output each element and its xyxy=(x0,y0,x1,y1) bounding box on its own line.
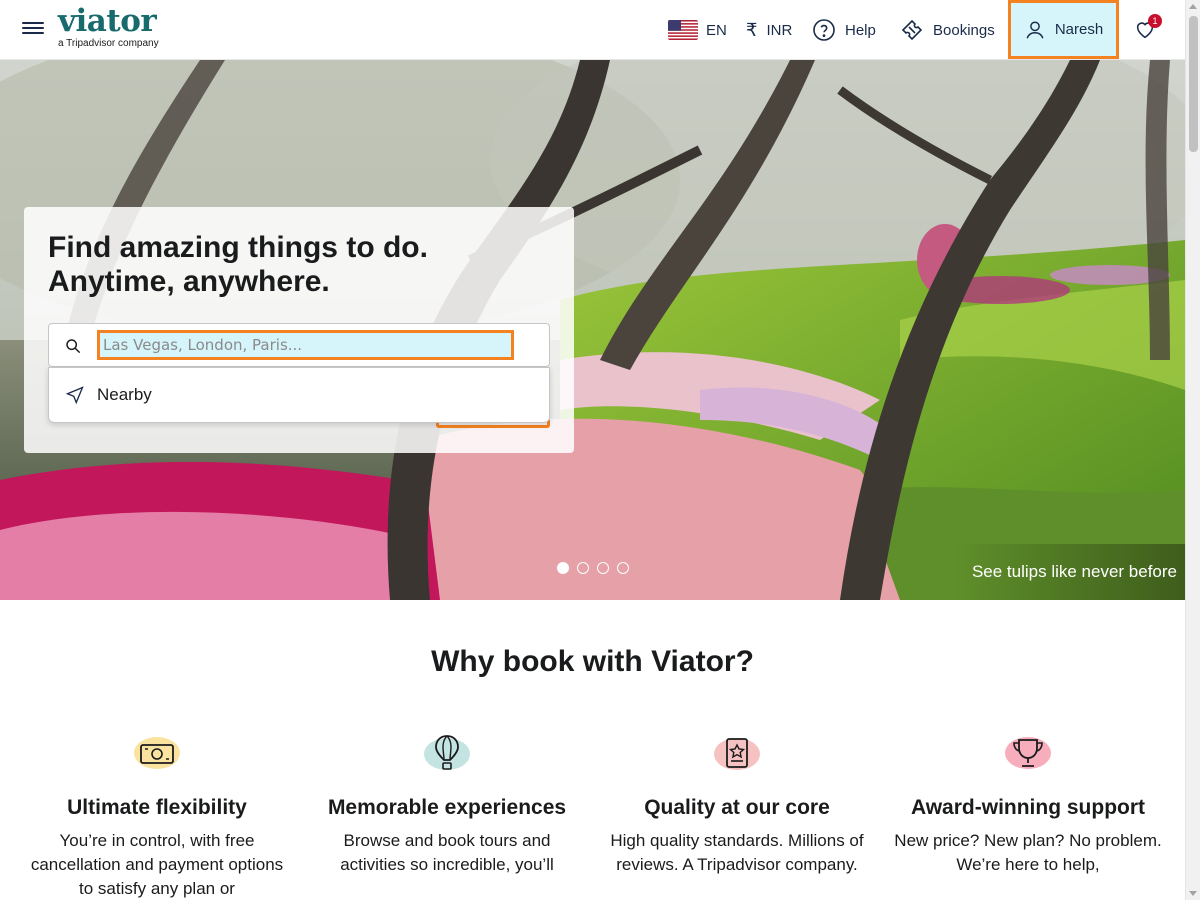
destination-search-input[interactable] xyxy=(97,330,514,360)
help-icon xyxy=(813,19,835,41)
language-label: EN xyxy=(706,21,727,39)
suggestion-nearby[interactable]: Nearby xyxy=(48,367,550,423)
feature-title: Quality at our core xyxy=(644,796,830,819)
hero-banner: Find amazing things to do. Anytime, anyw… xyxy=(0,60,1185,600)
hero-headline-line1: Find amazing things to do. xyxy=(48,231,428,264)
user-name: Naresh xyxy=(1054,21,1104,38)
hero-caption: See tulips like never before xyxy=(953,544,1185,600)
balloon-icon xyxy=(424,735,470,770)
feature-title: Ultimate flexibility xyxy=(67,796,247,819)
currency-label: INR xyxy=(766,21,793,39)
ticket-icon xyxy=(901,19,923,41)
feature-title: Memorable experiences xyxy=(327,796,567,819)
user-icon xyxy=(1026,20,1044,39)
feature-support: Award-winning support New price? New pla… xyxy=(893,732,1163,877)
help-link[interactable]: Help xyxy=(812,0,876,60)
suggestion-label: Nearby xyxy=(97,385,152,404)
rupee-icon: ₹ xyxy=(746,19,758,40)
feature-quality: Quality at our core High quality standar… xyxy=(602,732,872,877)
viator-logo[interactable]: viator a Tripadvisor company xyxy=(58,4,159,49)
feature-text: High quality standards. Millions of revi… xyxy=(610,831,864,874)
search-icon xyxy=(66,339,81,354)
wishlist-button[interactable] xyxy=(1134,0,1156,60)
language-selector[interactable]: EN xyxy=(668,0,727,60)
bookings-link[interactable]: Bookings xyxy=(900,0,995,60)
currency-selector[interactable]: ₹ INR xyxy=(746,0,792,60)
carousel-dot-1[interactable] xyxy=(557,562,569,574)
bookings-label: Bookings xyxy=(933,21,995,39)
logo-wordmark: viator xyxy=(58,3,157,39)
feature-text: New price? New plan? No problem. We’re h… xyxy=(894,831,1162,874)
feature-flexibility: Ultimate flexibility You’re in control, … xyxy=(22,732,292,900)
scroll-down-arrow[interactable] xyxy=(1189,891,1197,896)
carousel-dot-4[interactable] xyxy=(617,562,629,574)
carousel-dot-3[interactable] xyxy=(597,562,609,574)
carousel-dot-2[interactable] xyxy=(577,562,589,574)
menu-icon[interactable] xyxy=(22,19,44,39)
logo-tagline: a Tripadvisor company xyxy=(58,38,159,49)
feature-text: Browse and book tours and activities so … xyxy=(340,831,554,874)
navigation-arrow-icon xyxy=(65,386,84,405)
feature-experiences: Memorable experiences Browse and book to… xyxy=(312,732,582,877)
feature-title: Award-winning support xyxy=(910,796,1146,819)
hero-headline: Find amazing things to do. Anytime, anyw… xyxy=(48,231,548,299)
page-scrollbar[interactable] xyxy=(1185,0,1200,900)
why-section-title: Why book with Viator? xyxy=(431,645,754,678)
scroll-up-arrow[interactable] xyxy=(1189,4,1197,9)
us-flag-icon xyxy=(668,20,698,40)
trophy-icon xyxy=(1005,737,1051,769)
money-icon xyxy=(134,737,180,769)
hero-headline-line2: Anytime, anywhere. xyxy=(48,265,330,298)
help-label: Help xyxy=(845,21,876,39)
badge-star-icon xyxy=(714,738,760,770)
carousel-dots xyxy=(557,562,629,574)
scroll-thumb[interactable] xyxy=(1189,16,1198,152)
user-account-button[interactable]: Naresh xyxy=(1008,0,1119,59)
site-header: viator a Tripadvisor company EN ₹ INR He… xyxy=(0,0,1185,60)
wishlist-count-badge: 1 xyxy=(1148,14,1162,28)
destination-search-box[interactable] xyxy=(48,323,550,367)
feature-text: You’re in control, with free cancellatio… xyxy=(30,831,284,898)
search-panel: Find amazing things to do. Anytime, anyw… xyxy=(24,207,574,453)
